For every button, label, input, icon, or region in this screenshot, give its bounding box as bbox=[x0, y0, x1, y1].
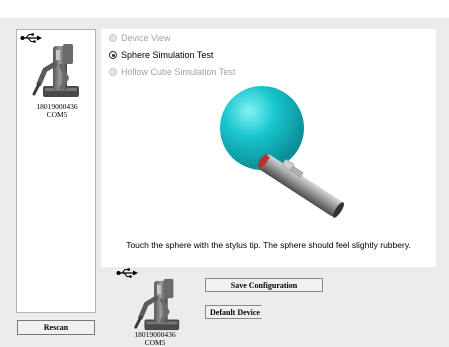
simulation-viewport bbox=[220, 86, 344, 218]
option-label: Hollow Cube Simulation Test bbox=[121, 67, 236, 77]
simulation-panel: Device View Sphere Simulation Test Hollo… bbox=[101, 29, 436, 267]
selected-device: 18019000436 COM5 bbox=[110, 268, 200, 347]
instruction-text: Touch the sphere with the stylus tip. Th… bbox=[126, 240, 411, 250]
radio-button[interactable] bbox=[109, 51, 117, 59]
option-sphere-simulation[interactable]: Sphere Simulation Test bbox=[109, 49, 213, 61]
default-device-button[interactable]: Default Device bbox=[205, 305, 262, 319]
radio-button[interactable] bbox=[109, 68, 117, 76]
option-hollow-cube-simulation[interactable]: Hollow Cube Simulation Test bbox=[109, 66, 235, 78]
stylus bbox=[257, 154, 344, 218]
radio-button[interactable] bbox=[109, 34, 117, 42]
option-device-view[interactable]: Device View bbox=[109, 32, 170, 44]
haptic-device-icon bbox=[134, 278, 180, 331]
option-label: Sphere Simulation Test bbox=[121, 50, 214, 60]
haptic-device-icon bbox=[32, 44, 79, 97]
device-list-panel: 18019000436 COM5 bbox=[16, 29, 96, 313]
rescan-button[interactable]: Rescan bbox=[17, 320, 95, 335]
device-port: COM5 bbox=[46, 110, 68, 119]
option-label: Device View bbox=[121, 33, 171, 43]
device-list-item[interactable]: 18019000436 COM5 bbox=[17, 30, 95, 125]
device-port: COM5 bbox=[144, 338, 166, 347]
title-strip bbox=[0, 0, 449, 18]
save-configuration-button[interactable]: Save Configuration bbox=[205, 278, 323, 292]
